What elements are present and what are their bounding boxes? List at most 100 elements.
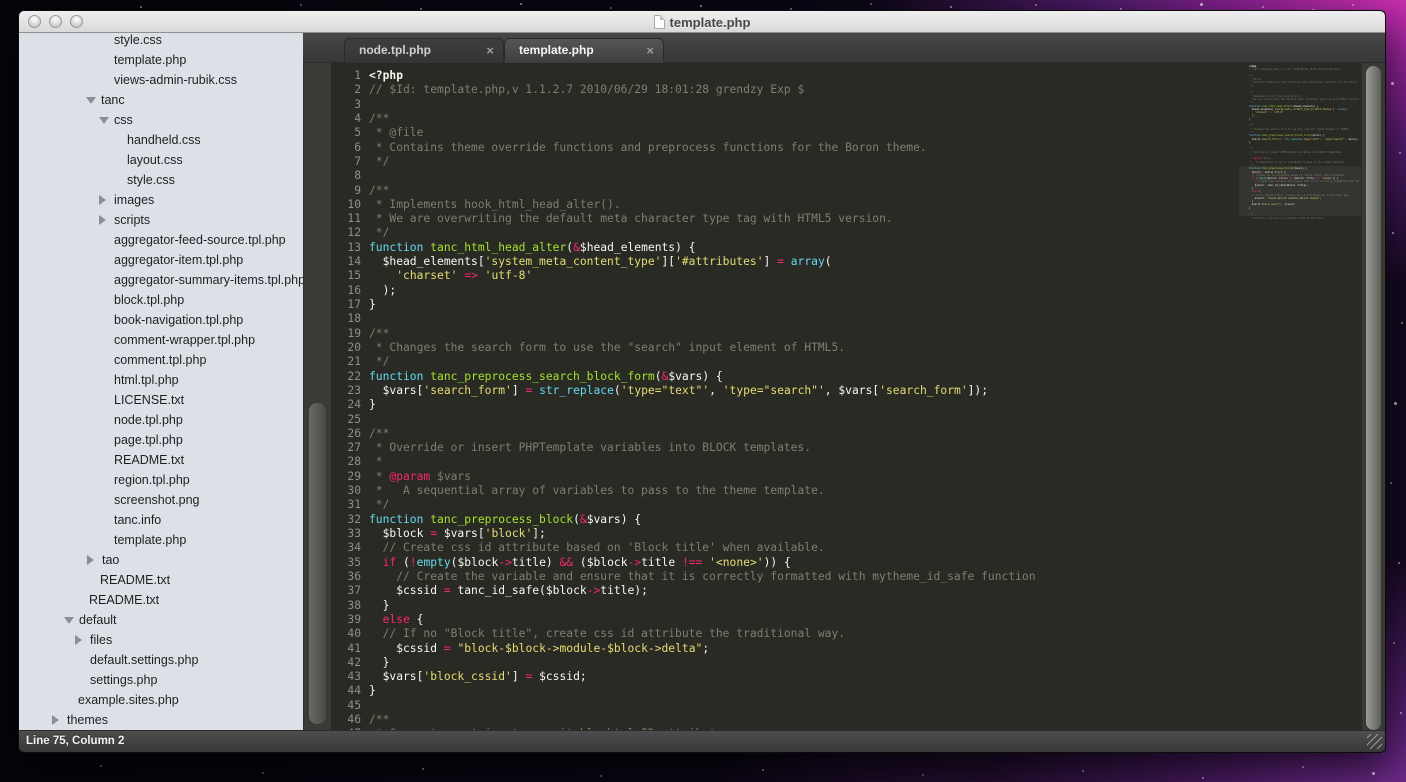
tab-node-tpl-php[interactable]: node.tpl.php× xyxy=(344,38,504,63)
tree-item-label: README.txt xyxy=(89,590,159,610)
tree-item-images[interactable]: images xyxy=(19,190,303,210)
chevron-down-icon[interactable] xyxy=(99,117,109,124)
code-line: 9/** xyxy=(331,184,1036,198)
tree-item-readme-txt[interactable]: README.txt xyxy=(19,450,303,470)
tree-item-example-sites-php[interactable]: example.sites.php xyxy=(19,690,303,710)
tree-item-tanc-info[interactable]: tanc.info xyxy=(19,510,303,530)
tree-item-label: aggregator-feed-source.tpl.php xyxy=(114,230,286,250)
line-number: 9 xyxy=(331,184,361,198)
title-bar[interactable]: template.php xyxy=(19,11,1385,33)
tree-item-page-tpl-php[interactable]: page.tpl.php xyxy=(19,430,303,450)
tree-item-aggregator-summary-items-tpl-php[interactable]: aggregator-summary-items.tpl.php xyxy=(19,270,303,290)
tree-item-tao[interactable]: tao xyxy=(19,550,303,570)
tree-item-label: default.settings.php xyxy=(90,650,198,670)
code-line: * xyxy=(1241,220,1359,223)
star xyxy=(950,6,952,8)
chevron-right-icon[interactable] xyxy=(87,555,94,565)
line-number: 17 xyxy=(331,298,361,312)
tab-template-php[interactable]: template.php × xyxy=(504,38,664,63)
code-line: 41 $cssid = "block-$block->module-$block… xyxy=(331,642,1036,656)
line-number: 41 xyxy=(331,642,361,656)
minimap-viewport[interactable] xyxy=(1239,166,1361,216)
tree-item-default[interactable]: default xyxy=(19,610,303,630)
line-number: 4 xyxy=(331,112,361,126)
code-line: 2// $Id: template.php,v 1.1.2.7 2010/06/… xyxy=(331,83,1036,97)
tree-item-style-css[interactable]: style.css xyxy=(19,170,303,190)
tree-item-css[interactable]: css xyxy=(19,110,303,130)
tree-item-style-css[interactable]: style.css xyxy=(19,33,303,50)
line-number: 1 xyxy=(331,69,361,83)
tab-label: template.php xyxy=(519,39,594,62)
line-number: 24 xyxy=(331,398,361,412)
tree-item-block-tpl-php[interactable]: block.tpl.php xyxy=(19,290,303,310)
tree-item-label: images xyxy=(114,190,154,210)
tree-item-comment-tpl-php[interactable]: comment.tpl.php xyxy=(19,350,303,370)
code-line: 4/** xyxy=(331,112,1036,126)
star xyxy=(610,7,612,9)
tab-close-icon[interactable]: × xyxy=(486,39,494,62)
tree-item-readme-txt[interactable]: README.txt xyxy=(19,590,303,610)
code-line: 33 $block = $vars['block']; xyxy=(331,527,1036,541)
line-number: 38 xyxy=(331,599,361,613)
chevron-right-icon[interactable] xyxy=(52,715,59,725)
sidebar-file-tree[interactable]: style.csstemplate.phpviews-admin-rubik.c… xyxy=(19,33,303,730)
line-number: 19 xyxy=(331,327,361,341)
code-line: 21 */ xyxy=(331,355,1036,369)
code-line: 38 } xyxy=(331,599,1036,613)
star xyxy=(140,6,142,8)
tree-item-node-tpl-php[interactable]: node.tpl.php xyxy=(19,410,303,430)
tree-item-scripts[interactable]: scripts xyxy=(19,210,303,230)
line-number: 8 xyxy=(331,169,361,183)
tree-item-label: tao xyxy=(102,550,119,570)
code-editor[interactable]: 1<?php2// $Id: template.php,v 1.1.2.7 20… xyxy=(331,63,1385,730)
tree-item-label: themes xyxy=(67,710,108,730)
tree-item-label: template.php xyxy=(114,50,186,70)
tree-item-tanc[interactable]: tanc xyxy=(19,90,303,110)
tree-item-aggregator-item-tpl-php[interactable]: aggregator-item.tpl.php xyxy=(19,250,303,270)
tree-item-themes[interactable]: themes xyxy=(19,710,303,730)
chevron-right-icon[interactable] xyxy=(99,195,106,205)
tree-item-license-txt[interactable]: LICENSE.txt xyxy=(19,390,303,410)
line-number: 35 xyxy=(331,556,361,570)
star xyxy=(100,765,102,767)
tab-close-icon[interactable]: × xyxy=(646,39,654,62)
line-number: 2 xyxy=(331,83,361,97)
tree-item-screenshot-png[interactable]: screenshot.png xyxy=(19,490,303,510)
tree-item-files[interactable]: files xyxy=(19,630,303,650)
resize-grip[interactable] xyxy=(1367,734,1382,749)
line-number: 33 xyxy=(331,527,361,541)
chevron-right-icon[interactable] xyxy=(75,635,82,645)
editor-scrollbar[interactable] xyxy=(1361,63,1385,730)
tree-item-comment-wrapper-tpl-php[interactable]: comment-wrapper.tpl.php xyxy=(19,330,303,350)
star xyxy=(1393,642,1395,644)
tree-item-readme-txt[interactable]: README.txt xyxy=(19,570,303,590)
editor-scrollbar-thumb[interactable] xyxy=(1366,66,1381,730)
chevron-down-icon[interactable] xyxy=(64,617,74,624)
code-line: * We are overwriting the default meta ch… xyxy=(1241,98,1359,101)
tree-item-book-navigation-tpl-php[interactable]: book-navigation.tpl.php xyxy=(19,310,303,330)
code-line: 27 * Override or insert PHPTemplate vari… xyxy=(331,441,1036,455)
tree-item-default-settings-php[interactable]: default.settings.php xyxy=(19,650,303,670)
tree-item-handheld-css[interactable]: handheld.css xyxy=(19,130,303,150)
code-line: * Override or insert PHPTemplate variabl… xyxy=(1241,151,1359,154)
chevron-down-icon[interactable] xyxy=(86,97,96,104)
sidebar-scrollbar-thumb[interactable] xyxy=(309,403,326,724)
line-number: 26 xyxy=(331,427,361,441)
code-line: 26/** xyxy=(331,427,1036,441)
code-line: 35 if (!empty($block->title) && ($block-… xyxy=(331,556,1036,570)
code-line: 16 ); xyxy=(331,284,1036,298)
tree-item-html-tpl-php[interactable]: html.tpl.php xyxy=(19,370,303,390)
tree-item-label: css xyxy=(114,110,133,130)
tree-item-layout-css[interactable]: layout.css xyxy=(19,150,303,170)
chevron-right-icon[interactable] xyxy=(99,215,106,225)
tree-item-template-php[interactable]: template.php xyxy=(19,50,303,70)
line-number: 34 xyxy=(331,541,361,555)
line-number: 30 xyxy=(331,484,361,498)
tree-item-region-tpl-php[interactable]: region.tpl.php xyxy=(19,470,303,490)
tree-item-settings-php[interactable]: settings.php xyxy=(19,670,303,690)
sidebar-scrollbar[interactable] xyxy=(303,33,331,730)
tree-item-label: example.sites.php xyxy=(78,690,179,710)
tree-item-aggregator-feed-source-tpl-php[interactable]: aggregator-feed-source.tpl.php xyxy=(19,230,303,250)
tree-item-views-admin-rubik-css[interactable]: views-admin-rubik.css xyxy=(19,70,303,90)
tree-item-template-php[interactable]: template.php xyxy=(19,530,303,550)
